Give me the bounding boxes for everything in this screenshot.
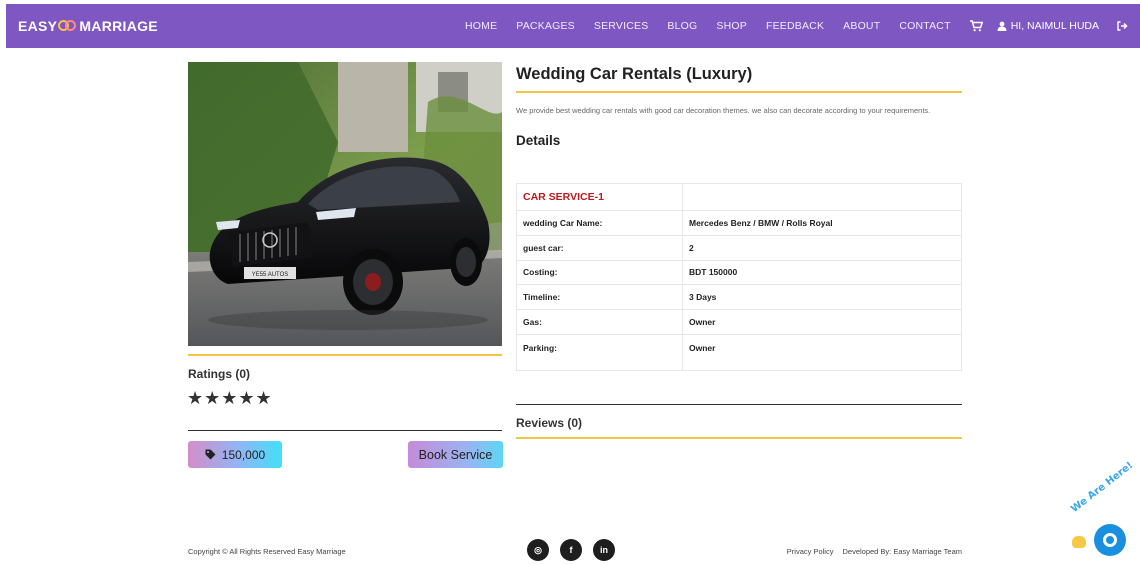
privacy-policy-link[interactable]: Privacy Policy: [787, 547, 834, 556]
cart-icon[interactable]: [969, 20, 983, 32]
row-label: Timeline:: [516, 284, 683, 311]
reviews-heading[interactable]: Reviews (0): [516, 416, 582, 430]
table-row: Costing: BDT 150000: [516, 259, 962, 286]
nav-packages[interactable]: PACKAGES: [516, 20, 575, 32]
ratings-heading: Ratings (0): [188, 367, 251, 381]
page-title: Wedding Car Rentals (Luxury): [516, 65, 753, 83]
row-label: Parking:: [516, 333, 683, 371]
user-greeting: HI, NAIMUL HUDA: [1010, 20, 1099, 32]
nav-menu: HOME PACKAGES SERVICES BLOG SHOP FEEDBAC…: [465, 4, 1140, 48]
user-account-link[interactable]: HI, NAIMUL HUDA: [997, 20, 1099, 32]
row-label: Gas:: [516, 309, 683, 335]
facebook-icon[interactable]: f: [560, 539, 582, 561]
title-underline: [516, 91, 962, 93]
ratings-divider: [188, 354, 502, 356]
brand-logo[interactable]: EASY MARRIAGE: [18, 18, 158, 34]
table-row: Gas: Owner: [516, 309, 962, 335]
nav-services[interactable]: SERVICES: [594, 20, 649, 32]
row-value: 3 Days: [682, 284, 962, 311]
nav-home[interactable]: HOME: [465, 20, 497, 32]
star-rating[interactable]: ★★★★★: [187, 388, 273, 409]
package-name: CAR SERVICE-1: [516, 183, 683, 211]
license-plate-text: YE55 AUTOS: [252, 272, 289, 278]
nav-shop[interactable]: SHOP: [716, 20, 747, 32]
row-label: guest car:: [516, 234, 683, 261]
brand-text-right: MARRIAGE: [79, 18, 158, 34]
price-value: 150,000: [221, 447, 266, 462]
nav-contact[interactable]: CONTACT: [899, 20, 950, 32]
row-value: BDT 150000: [682, 259, 962, 286]
waving-hand-icon: [1072, 536, 1086, 548]
nav-feedback[interactable]: FEEDBACK: [766, 20, 824, 32]
service-car-photo: YE55 AUTOS: [188, 62, 502, 346]
table-row: Parking: Owner: [516, 333, 962, 371]
developer-credit: Developed By: Easy Marriage Team: [842, 547, 962, 556]
tag-icon: [205, 449, 216, 460]
instagram-icon[interactable]: ◎: [527, 539, 549, 561]
service-description: We provide best wedding car rentals with…: [516, 106, 931, 115]
chat-widget[interactable]: We Are Here!: [1068, 460, 1135, 562]
price-tag-button[interactable]: 150,000: [188, 441, 282, 468]
user-icon: [997, 21, 1007, 31]
chat-bubble-icon[interactable]: [1094, 524, 1126, 556]
brand-text-left: EASY: [18, 18, 58, 34]
book-service-button[interactable]: Book Service: [408, 441, 503, 468]
row-value: 2: [682, 234, 962, 261]
copyright-text: Copyright © All Rights Reserved Easy Mar…: [188, 547, 346, 556]
chat-badge-text: We Are Here!: [1069, 459, 1136, 515]
price-divider: [188, 430, 502, 431]
table-row: guest car: 2: [516, 234, 962, 261]
table-row: CAR SERVICE-1: [516, 183, 962, 211]
linkedin-icon[interactable]: in: [593, 539, 615, 561]
footer-links: Privacy Policy Developed By: Easy Marria…: [787, 547, 962, 556]
table-row: Timeline: 3 Days: [516, 284, 962, 311]
nav-blog[interactable]: BLOG: [667, 20, 697, 32]
table-cell-empty: [682, 183, 962, 211]
logout-icon[interactable]: [1117, 21, 1128, 31]
social-links: ◎ f in: [527, 539, 615, 561]
row-value: Owner: [682, 333, 962, 371]
details-heading: Details: [516, 133, 561, 148]
details-table: CAR SERVICE-1 wedding Car Name: Mercedes…: [516, 183, 962, 371]
row-label: Costing:: [516, 259, 683, 286]
table-row: wedding Car Name: Mercedes Benz / BMW / …: [516, 210, 962, 236]
reviews-underline: [516, 437, 962, 439]
nav-about[interactable]: ABOUT: [843, 20, 880, 32]
row-label: wedding Car Name:: [516, 210, 683, 236]
top-navbar: EASY MARRIAGE HOME PACKAGES SERVICES BLO…: [6, 4, 1140, 48]
reviews-divider: [516, 404, 962, 405]
row-value: Mercedes Benz / BMW / Rolls Royal: [682, 210, 962, 236]
row-value: Owner: [682, 309, 962, 335]
rings-icon: [58, 19, 78, 33]
